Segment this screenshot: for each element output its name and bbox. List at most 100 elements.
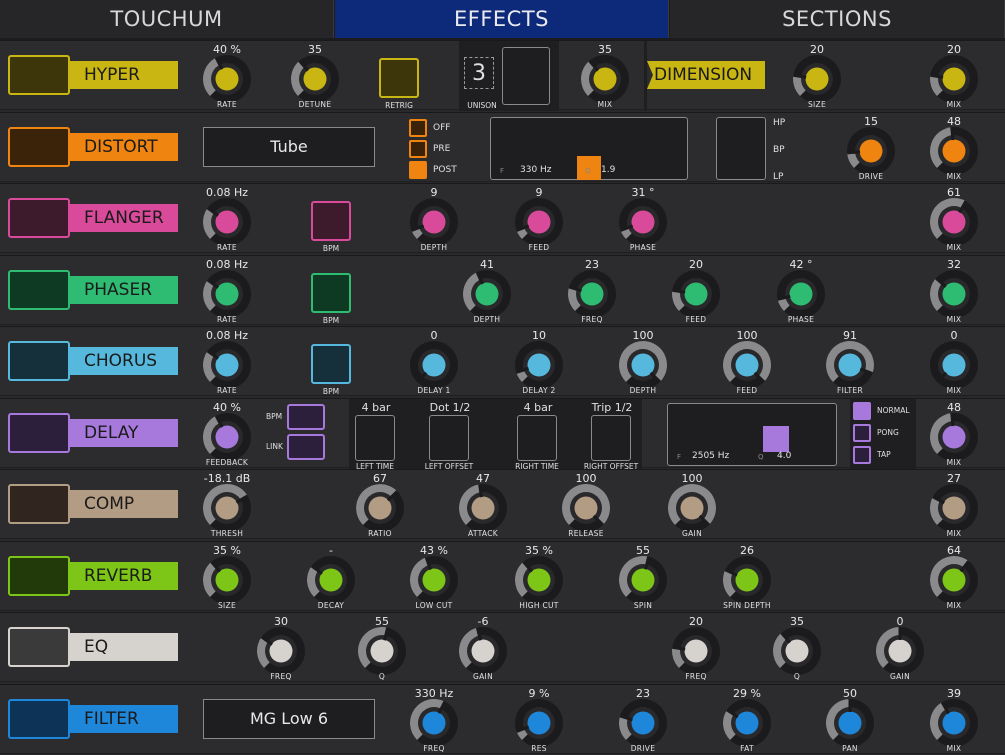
chorus-filter-knob[interactable]: 91 FILTER	[822, 329, 878, 395]
flanger-bpm-button[interactable]	[311, 201, 351, 241]
fx-toggle-phaser[interactable]: PHASER	[8, 269, 178, 310]
comp-mix-knob[interactable]: 27 MIX	[926, 472, 982, 538]
filter-res-knob[interactable]: 9 % RES	[511, 687, 567, 753]
chorus-depth-knob[interactable]: 100 DEPTH	[615, 329, 671, 395]
eq-low-gain-knob[interactable]: -6 GAIN	[455, 615, 511, 681]
flanger-mix-knob[interactable]: 61 MIX	[926, 186, 982, 252]
phaser-mix-knob[interactable]: 32 MIX	[926, 258, 982, 324]
fx-toggle-hyper[interactable]: HYPER	[8, 55, 178, 95]
delay-mix-knob[interactable]: 48 MIX	[926, 401, 982, 467]
fx-toggle-dimension[interactable]: DIMENSION	[647, 61, 765, 89]
fx-toggle-comp[interactable]: COMP	[8, 484, 178, 524]
reverb-low-cut-knob[interactable]: 43 % LOW CUT	[406, 544, 462, 610]
phaser-feed-knob[interactable]: 20 FEED	[668, 258, 724, 324]
eq-high-freq-knob[interactable]: 20 FREQ	[668, 615, 724, 681]
fx-toggle-filter[interactable]: FILTER	[8, 698, 178, 739]
reverb-spin-knob[interactable]: 55 SPIN	[615, 544, 671, 610]
hyper-unison-selector[interactable]: 3	[464, 57, 494, 89]
delay-left-offset-selector[interactable]	[429, 414, 469, 461]
phaser-phase-knob[interactable]: 42 ° PHASE	[773, 258, 829, 324]
eq-high-q-knob[interactable]: 35 Q	[769, 615, 825, 681]
fx-toggle-reverb[interactable]: REVERB	[8, 555, 178, 596]
delay-mode-normal[interactable]: NORMAL	[853, 401, 910, 420]
filter-drive-knob[interactable]: 23 DRIVE	[615, 687, 671, 753]
delay-mode-checkbox	[853, 401, 871, 420]
comp-thresh-knob[interactable]: -18.1 dB THRESH	[199, 472, 255, 538]
fx-enable-swatch[interactable]	[8, 698, 70, 739]
delay-right-offset-selector[interactable]	[591, 414, 631, 461]
flanger-feed-knob[interactable]: 9 FEED	[511, 186, 567, 252]
chorus-delay2-knob[interactable]: 10 DELAY 2	[511, 329, 567, 395]
eq-low-freq-knob[interactable]: 30 FREQ	[253, 615, 309, 681]
fx-enable-swatch[interactable]	[8, 55, 70, 95]
filter-mix-knob[interactable]: 39 MIX	[926, 687, 982, 753]
reverb-decay-knob[interactable]: - DECAY	[303, 544, 359, 610]
distort-filter-graph[interactable]: F 330 Hz Q 1.9	[490, 116, 688, 180]
fx-enable-swatch[interactable]	[8, 198, 70, 238]
distort-option-pre[interactable]: PRE	[409, 139, 450, 158]
fx-enable-swatch[interactable]	[8, 126, 70, 167]
filter-type-select[interactable]: MG Low 6	[203, 698, 375, 739]
delay-filter-handle[interactable]	[763, 425, 789, 452]
reverb-spin-depth-knob[interactable]: 26 SPIN DEPTH	[719, 544, 775, 610]
fx-enable-swatch[interactable]	[8, 412, 70, 453]
distort-option-post[interactable]: POST	[409, 160, 457, 179]
chorus-delay1-knob[interactable]: 0 DELAY 1	[406, 329, 462, 395]
dimension-mix-knob[interactable]: 20 MIX	[926, 43, 982, 109]
reverb-high-cut-knob[interactable]: 35 % HIGH CUT	[511, 544, 567, 610]
reverb-mix-knob[interactable]: 64 MIX	[926, 544, 982, 610]
distort-drive-knob[interactable]: 15 DRIVE	[843, 115, 899, 181]
tab-effects[interactable]: EFFECTS	[335, 0, 669, 38]
chorus-mix-knob[interactable]: 0 MIX	[926, 329, 982, 395]
distort-mix-knob[interactable]: 48 MIX	[926, 115, 982, 181]
fx-toggle-distort[interactable]: DISTORT	[8, 126, 178, 167]
fx-toggle-delay[interactable]: DELAY	[8, 412, 178, 453]
chorus-bpm-button[interactable]	[311, 344, 351, 384]
delay-bpm-button[interactable]	[287, 403, 325, 430]
comp-ratio-knob[interactable]: 67 RATIO	[352, 472, 408, 538]
fx-enable-swatch[interactable]	[8, 269, 70, 310]
tab-touchum[interactable]: TOUCHUM	[0, 0, 334, 38]
delay-feedback-knob[interactable]: 40 % FEEDBACK	[199, 401, 255, 467]
flanger-phase-knob[interactable]: 31 ° PHASE	[615, 186, 671, 252]
hyper-detune-knob[interactable]: 35 DETUNE	[287, 43, 343, 109]
fx-enable-swatch[interactable]	[8, 484, 70, 524]
fx-enable-swatch[interactable]	[8, 555, 70, 596]
eq-high-gain-knob[interactable]: 0 GAIN	[872, 615, 928, 681]
hyper-retrig-button[interactable]	[379, 58, 419, 98]
chorus-rate-knob[interactable]: 0.08 Hz RATE	[199, 329, 255, 395]
comp-release-knob[interactable]: 100 RELEASE	[558, 472, 614, 538]
phaser-rate-knob[interactable]: 0.08 Hz RATE	[199, 258, 255, 324]
distort-filter-mode-select[interactable]	[716, 116, 766, 180]
filter-fat-knob[interactable]: 29 % FAT	[719, 687, 775, 753]
reverb-size-knob[interactable]: 35 % SIZE	[199, 544, 255, 610]
flanger-depth-knob[interactable]: 9 DEPTH	[406, 186, 462, 252]
delay-mode-tap[interactable]: TAP	[853, 445, 891, 464]
comp-attack-knob[interactable]: 47 ATTACK	[455, 472, 511, 538]
delay-filter-graph[interactable]: F 2505 Hz Q 4.0	[667, 402, 837, 466]
delay-link-button[interactable]	[287, 433, 325, 460]
comp-gain-knob[interactable]: 100 GAIN	[664, 472, 720, 538]
tab-sections[interactable]: SECTIONS	[670, 0, 1005, 38]
delay-right-time-selector[interactable]	[517, 414, 557, 461]
phaser-freq-knob[interactable]: 23 FREQ	[564, 258, 620, 324]
hyper-mix-knob[interactable]: 35 MIX	[577, 43, 633, 109]
fx-toggle-chorus[interactable]: CHORUS	[8, 341, 178, 381]
chorus-feed-knob[interactable]: 100 FEED	[719, 329, 775, 395]
delay-mode-pong[interactable]: PONG	[853, 423, 899, 442]
fx-toggle-flanger[interactable]: FLANGER	[8, 198, 178, 238]
fx-enable-swatch[interactable]	[8, 627, 70, 667]
delay-left-time-selector[interactable]	[355, 414, 395, 461]
distort-option-off[interactable]: OFF	[409, 118, 450, 137]
eq-low-q-knob[interactable]: 55 Q	[354, 615, 410, 681]
dimension-size-knob[interactable]: 20 SIZE	[789, 43, 845, 109]
phaser-depth-knob[interactable]: 41 DEPTH	[459, 258, 515, 324]
phaser-bpm-button[interactable]	[311, 272, 351, 313]
flanger-rate-knob[interactable]: 0.08 Hz RATE	[199, 186, 255, 252]
filter-pan-knob[interactable]: 50 PAN	[822, 687, 878, 753]
distort-type-select[interactable]: Tube	[203, 126, 375, 167]
filter-freq-knob[interactable]: 330 Hz FREQ	[406, 687, 462, 753]
fx-enable-swatch[interactable]	[8, 341, 70, 381]
fx-toggle-eq[interactable]: EQ	[8, 627, 178, 667]
hyper-rate-knob[interactable]: 40 % RATE	[199, 43, 255, 109]
